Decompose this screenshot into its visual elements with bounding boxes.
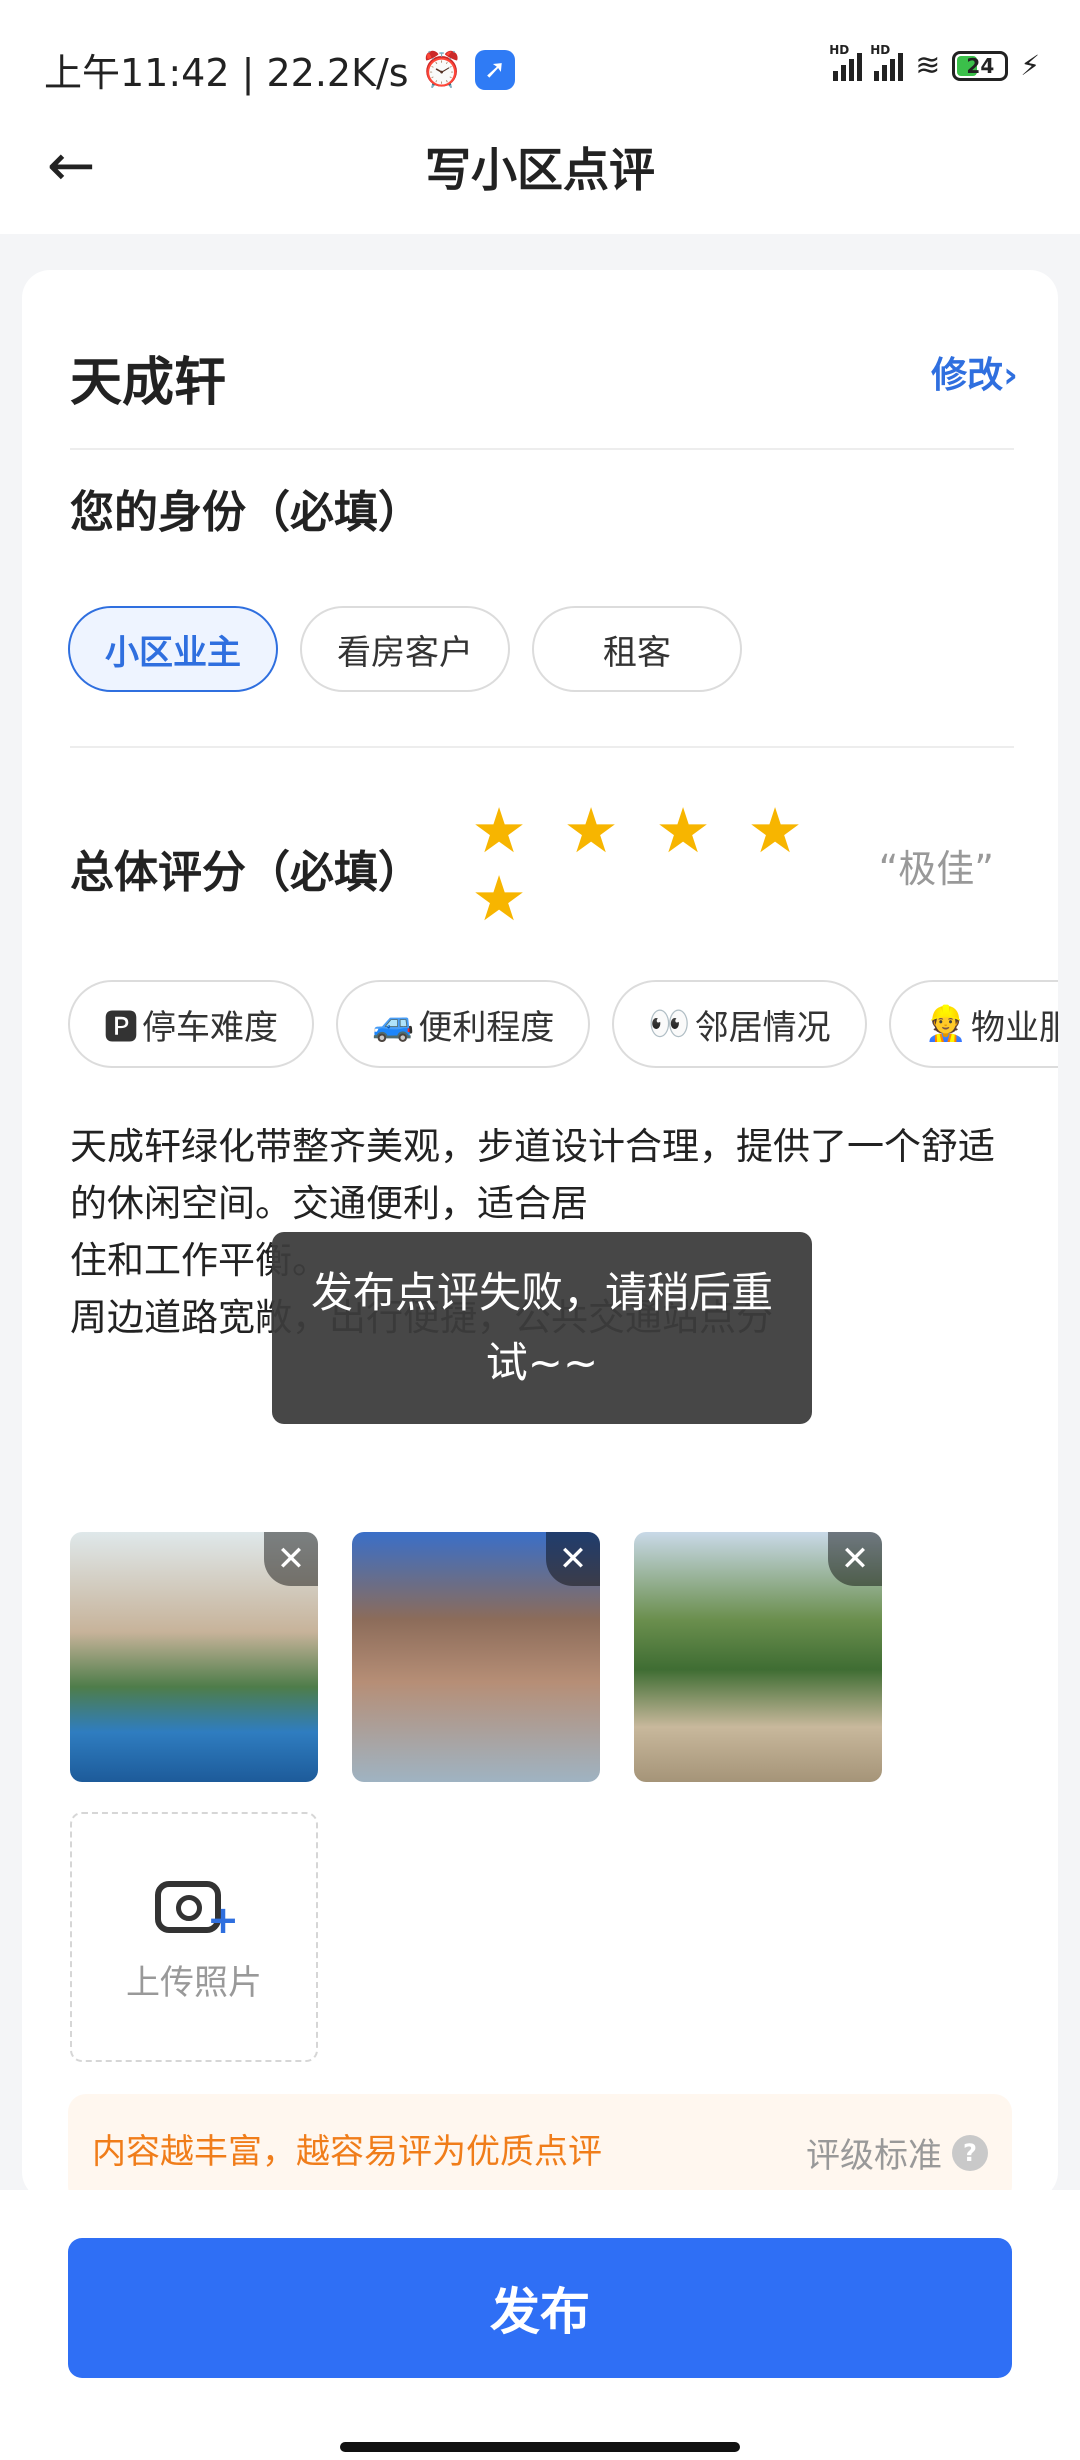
- identity-option-tenant[interactable]: 租客: [532, 606, 742, 692]
- worker-icon: 👷: [924, 1004, 968, 1044]
- star-rating: ★ ★ ★ ★ ★: [468, 800, 848, 930]
- bottom-bar: 发布: [0, 2190, 1080, 2460]
- status-time-speed: 上午11:42 | 22.2K/s: [44, 51, 409, 95]
- tag-label: 邻居情况: [694, 1007, 831, 1048]
- edit-community-button[interactable]: 修改›: [931, 346, 1018, 398]
- star-icon[interactable]: ★: [652, 800, 714, 862]
- signal-icon-2: HD: [870, 43, 904, 81]
- status-right: HD HD ≋ 24 ⚡: [829, 43, 1040, 84]
- close-icon[interactable]: ✕: [828, 1532, 882, 1586]
- photo-towers-icon[interactable]: ✕: [352, 1532, 600, 1782]
- upload-photo-button[interactable]: + 上传照片: [70, 1812, 318, 2062]
- home-indicator[interactable]: [340, 2442, 740, 2452]
- tip-text: 内容越丰富，越容易评为优质点评: [92, 2132, 602, 2172]
- battery-level: 24: [966, 53, 995, 78]
- tag-parking[interactable]: 🅿 停车难度: [68, 980, 314, 1068]
- tag-property[interactable]: 👷物业服务: [888, 980, 1058, 1068]
- community-name: 天成轩: [70, 353, 227, 413]
- tag-label: 便利程度: [418, 1007, 555, 1048]
- alarm-icon: ⏰: [420, 49, 463, 90]
- divider: [70, 746, 1014, 748]
- rating-label: “极佳”: [878, 847, 994, 891]
- upload-label: 上传照片: [126, 1962, 262, 2003]
- eyes-icon: 👀: [648, 1004, 691, 1044]
- camera-add-icon: +: [155, 1871, 239, 1939]
- tag-convenience[interactable]: 🚙 便利程度: [336, 980, 591, 1068]
- close-icon[interactable]: ✕: [546, 1532, 600, 1586]
- rating-standard-link[interactable]: 评级标准 ?: [806, 2128, 988, 2177]
- star-icon[interactable]: ★: [744, 800, 806, 862]
- star-icon[interactable]: ★: [468, 868, 530, 930]
- help-icon: ?: [952, 2134, 988, 2171]
- chevron-right-icon: ›: [1003, 355, 1018, 396]
- wifi-icon: ≋: [915, 48, 941, 83]
- nav-bar: ← 写小区点评: [0, 100, 1080, 234]
- battery-icon: 24: [952, 50, 1009, 81]
- identity-option-visitor[interactable]: 看房客户: [300, 606, 510, 692]
- star-icon[interactable]: ★: [560, 800, 622, 862]
- photo-garden-icon[interactable]: ✕: [634, 1532, 882, 1782]
- edit-label: 修改: [931, 355, 1004, 396]
- parking-icon: 🅿: [104, 1007, 138, 1048]
- tag-neighbors[interactable]: 👀 邻居情况: [612, 980, 867, 1068]
- charging-icon: ⚡: [1020, 49, 1040, 82]
- page-title: 写小区点评: [425, 143, 655, 197]
- close-icon[interactable]: ✕: [264, 1532, 318, 1586]
- status-left: 上午11:42 | 22.2K/s ⏰ ➚: [44, 42, 515, 97]
- identity-section-title: 您的身份（必填）: [70, 487, 422, 538]
- star-icon[interactable]: ★: [468, 800, 530, 862]
- photo-pool-icon[interactable]: ✕: [70, 1532, 318, 1782]
- tag-label: 停车难度: [142, 1007, 278, 1048]
- divider: [70, 448, 1014, 450]
- quality-tip-bar: 内容越丰富，越容易评为优质点评 评级标准 ?: [68, 2094, 1012, 2204]
- aspect-tags: 🅿停车难度 🚙便利程度 👀邻居情况 👷物业服务: [68, 980, 1058, 1068]
- car-icon: 🚙: [372, 1004, 415, 1044]
- rating-standard-label: 评级标准: [806, 2136, 942, 2176]
- signal-icon-1: HD: [829, 43, 863, 81]
- rocket-app-icon: ➚: [474, 49, 515, 90]
- error-toast: 发布点评失败，请稍后重试~~: [272, 1232, 812, 1424]
- toast-message: 发布点评失败，请稍后重试~~: [310, 1268, 773, 1387]
- rating-section-title: 总体评分（必填）: [70, 847, 422, 898]
- identity-option-owner[interactable]: 小区业主: [68, 606, 278, 692]
- tag-label: 物业服务: [971, 1007, 1058, 1048]
- publish-button[interactable]: 发布: [68, 2238, 1012, 2378]
- photo-list: ✕ ✕ ✕: [70, 1532, 882, 1782]
- identity-options: 小区业主 看房客户 租客: [68, 606, 742, 692]
